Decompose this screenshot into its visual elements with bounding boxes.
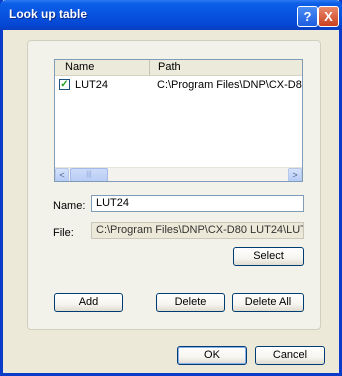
scroll-left-button[interactable]: < [55,168,69,181]
ok-button[interactable]: OK [177,346,247,365]
help-button[interactable]: ? [297,6,318,27]
horizontal-scrollbar[interactable]: < ||| > [55,167,302,181]
select-button[interactable]: Select [233,247,304,266]
grip-icon: ||| [86,171,92,178]
row-name-cell: LUT24 [75,79,109,91]
list-header: Name Path [55,60,302,76]
column-header-name[interactable]: Name [55,60,150,76]
cancel-button[interactable]: Cancel [255,346,325,365]
window-title: Look up table [9,7,87,21]
close-button[interactable]: X [318,6,339,27]
column-header-path[interactable]: Path [150,60,302,76]
lut-list-view[interactable]: Name Path ✓ LUT24 C:\Program Files\DNP\C… [54,59,303,182]
delete-all-button[interactable]: Delete All [232,293,304,312]
add-button[interactable]: Add [54,293,123,312]
file-path-field: C:\Program Files\DNP\CX-D80 LUT24\LUT24.… [91,222,304,239]
question-mark-icon: ? [303,9,312,24]
name-field[interactable]: LUT24 [91,195,304,212]
title-bar[interactable]: Look up table ? X [0,0,342,30]
file-label: File: [53,227,74,239]
delete-button[interactable]: Delete [156,293,225,312]
check-mark-icon: ✓ [60,79,69,90]
scroll-thumb[interactable]: ||| [70,168,108,181]
row-checkbox[interactable]: ✓ [59,79,70,90]
row-path-cell: C:\Program Files\DNP\CX-D80 LUT [157,79,303,91]
list-item[interactable]: ✓ LUT24 C:\Program Files\DNP\CX-D80 LUT [55,78,303,92]
scroll-right-button[interactable]: > [288,168,302,181]
arrow-right-icon: > [292,170,298,180]
arrow-left-icon: < [59,170,65,180]
close-icon: X [324,9,333,24]
name-label: Name: [53,200,86,212]
